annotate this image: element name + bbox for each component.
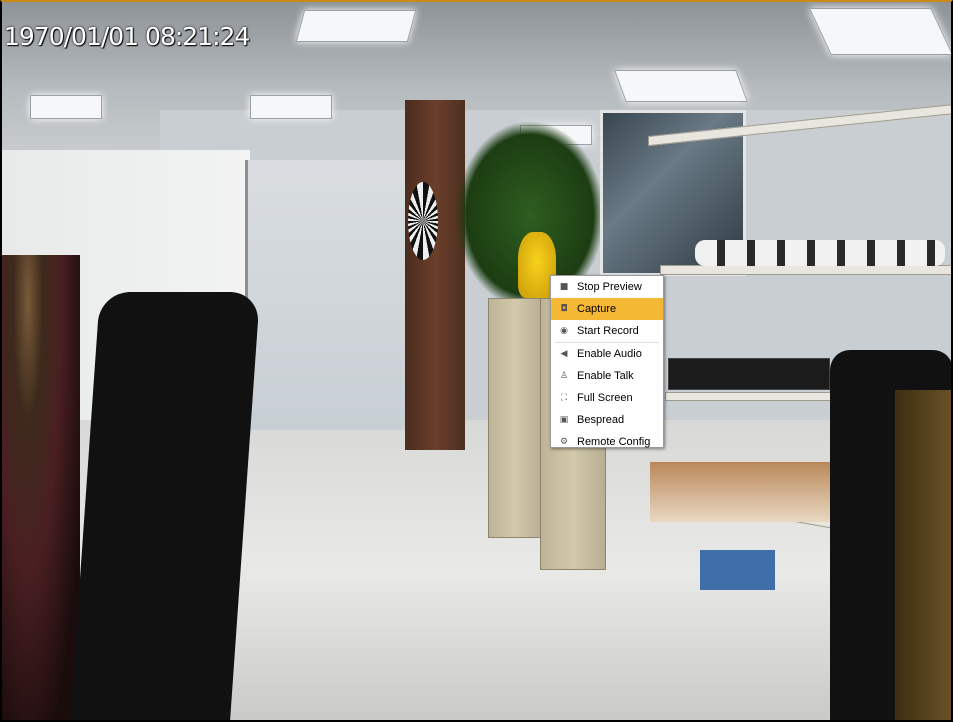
- menu-item-label: Enable Audio: [577, 348, 642, 360]
- bespread-icon: ▣: [559, 415, 569, 425]
- gear-icon: ⚙: [559, 437, 569, 447]
- cctv-cameras: [695, 240, 945, 266]
- context-menu: ■ Stop Preview ◘ Capture ◉ Start Record …: [550, 275, 664, 448]
- menu-item-label: Remote Config: [577, 436, 651, 448]
- menu-item-enable-talk[interactable]: ♙ Enable Talk: [551, 365, 663, 387]
- person-right: [895, 390, 953, 722]
- menu-item-label: Bespread: [577, 414, 625, 426]
- ceiling-light: [614, 70, 748, 102]
- microphone-icon: ♙: [559, 371, 569, 381]
- menu-item-enable-audio[interactable]: ◀ Enable Audio: [551, 343, 663, 365]
- menu-item-label: Stop Preview: [577, 281, 642, 293]
- glass-door: [245, 160, 413, 430]
- shelf-board: [665, 392, 837, 401]
- storage-boxes: [650, 462, 860, 522]
- ceiling-light: [250, 95, 332, 119]
- menu-item-label: Capture: [577, 303, 617, 315]
- menu-item-stop-preview[interactable]: ■ Stop Preview: [551, 276, 663, 298]
- shelf-board: [660, 265, 953, 275]
- filing-cabinet: [488, 298, 542, 538]
- camera-icon: ◘: [560, 304, 568, 314]
- nvr-recorders: [668, 358, 830, 390]
- office-chair-left: [69, 292, 261, 722]
- menu-item-label: Full Screen: [577, 392, 633, 404]
- menu-item-label: Enable Talk: [577, 370, 634, 382]
- dartboard: [408, 182, 438, 260]
- ceiling-light: [809, 8, 953, 55]
- live-video-preview[interactable]: 1970/01/01 08:21:24 ■ Stop Preview ◘ Cap…: [0, 0, 953, 722]
- speaker-icon: ◀: [560, 349, 568, 359]
- person-left: [0, 255, 80, 722]
- menu-item-bespread[interactable]: ▣ Bespread: [551, 409, 663, 431]
- ceiling-light: [30, 95, 102, 119]
- menu-item-label: Start Record: [577, 325, 639, 337]
- fullscreen-icon: ⛶: [560, 393, 568, 403]
- blue-box: [700, 550, 775, 590]
- menu-item-start-record[interactable]: ◉ Start Record: [551, 320, 663, 342]
- record-icon: ◉: [560, 326, 568, 336]
- menu-item-capture[interactable]: ◘ Capture: [551, 298, 663, 320]
- ceiling-light: [295, 10, 417, 42]
- stop-icon: ■: [559, 282, 569, 292]
- menu-item-remote-config[interactable]: ⚙ Remote Config: [551, 431, 663, 453]
- osd-timestamp: 1970/01/01 08:21:24: [4, 22, 250, 51]
- menu-item-full-screen[interactable]: ⛶ Full Screen: [551, 387, 663, 409]
